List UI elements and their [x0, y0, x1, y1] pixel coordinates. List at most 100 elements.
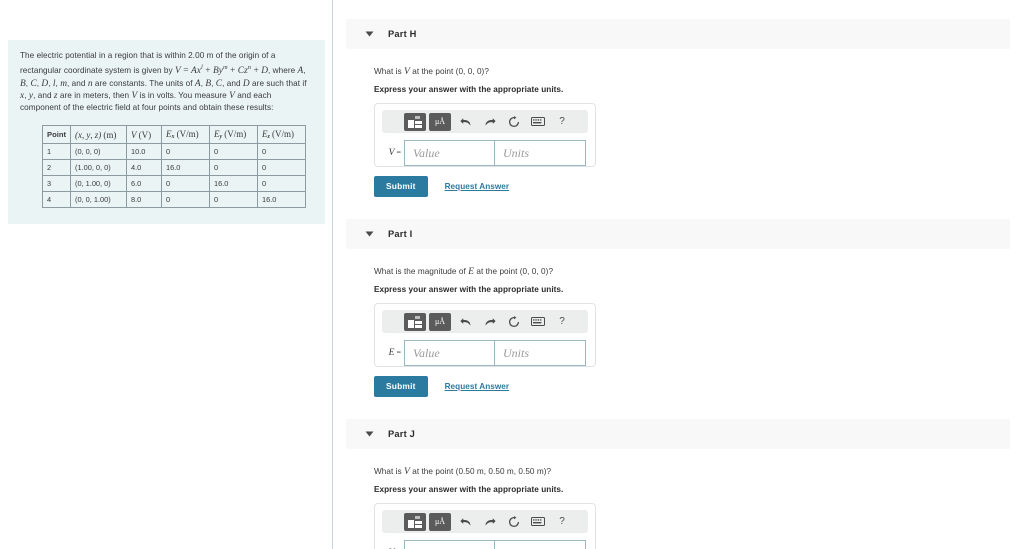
units-micro-angstrom-icon[interactable]: μÅ: [429, 312, 451, 331]
reset-icon[interactable]: [502, 312, 526, 332]
cell-ey: 0: [208, 191, 258, 209]
part-section-i: Part I What is the magnitude of E at the…: [334, 219, 1024, 397]
value-input-i[interactable]: Value: [404, 340, 494, 366]
express-instruction-i: Express your answer with the appropriate…: [374, 285, 564, 294]
question-suffix: at the point (0, 0, 0)?: [409, 67, 489, 76]
units-micro-angstrom-icon[interactable]: μÅ: [429, 112, 451, 131]
problem-panel: The electric potential in a region that …: [0, 0, 333, 549]
answer-variable-label-j: V=: [382, 540, 404, 549]
part-section-h: Part H What is V at the point (0, 0, 0)?…: [334, 19, 1024, 197]
answer-box-h: μÅ ? V = Value Units: [374, 103, 596, 167]
th-coords: (x, y, z) (m): [69, 125, 127, 145]
question-text-j: What is V at the point (0.50 m, 0.50 m, …: [374, 466, 1024, 477]
template-matrix-icon[interactable]: [404, 112, 426, 131]
submit-button[interactable]: Submit: [374, 176, 428, 197]
express-instruction-h: Express your answer with the appropriate…: [374, 85, 564, 94]
cell-ez: 0: [256, 143, 306, 161]
table-row: 3 (0, 1.00, 0) 6.0 0 16.0 0: [42, 175, 306, 193]
request-answer-link[interactable]: Request Answer: [445, 382, 510, 391]
part-body-i: What is the magnitude of E at the point …: [334, 266, 1024, 397]
question-text-h: What is V at the point (0, 0, 0)?: [374, 66, 1024, 77]
th-ey: Ey (V/m): [208, 125, 258, 145]
cell-v: 4.0: [125, 159, 162, 177]
cell-ex: 0: [160, 175, 210, 193]
cell-ez: 0: [256, 159, 306, 177]
part-header-i[interactable]: Part I: [346, 219, 1010, 249]
part-title: Part J: [388, 429, 416, 439]
answer-field-row-i: E = Value Units: [382, 340, 588, 366]
help-icon[interactable]: ?: [550, 312, 574, 332]
cell-point: 3: [42, 175, 71, 193]
reset-icon[interactable]: [502, 512, 526, 532]
part-title: Part H: [388, 29, 417, 39]
cell-ez: 16.0: [256, 191, 306, 209]
keyboard-icon[interactable]: [526, 312, 550, 332]
cell-point: 2: [42, 159, 71, 177]
cell-coords: (1.00, 0, 0): [69, 159, 127, 177]
units-input-i[interactable]: Units: [494, 340, 586, 366]
cell-ex: 0: [160, 191, 210, 209]
undo-icon[interactable]: [454, 312, 478, 332]
value-input-j[interactable]: Value: [404, 540, 494, 549]
template-matrix-icon[interactable]: [404, 512, 426, 531]
keyboard-icon[interactable]: [526, 112, 550, 132]
answer-box-i: μÅ ? E = Value Units: [374, 303, 596, 367]
redo-icon[interactable]: [478, 512, 502, 532]
part-header-j[interactable]: Part J: [346, 419, 1010, 449]
template-matrix-icon[interactable]: [404, 312, 426, 331]
keyboard-icon[interactable]: [526, 512, 550, 532]
problem-formula: V = Axl + Bym + Czn + D: [175, 64, 269, 77]
express-instruction-j: Express your answer with the appropriate…: [374, 485, 564, 494]
help-icon[interactable]: ?: [550, 112, 574, 132]
cell-point: 4: [42, 191, 71, 209]
math-toolbar-j: μÅ ?: [382, 510, 588, 533]
help-icon[interactable]: ?: [550, 512, 574, 532]
request-answer-link[interactable]: Request Answer: [445, 182, 510, 191]
table-body: 1 (0, 0, 0) 10.0 0 0 0 2 (1.00, 0, 0) 4.…: [42, 143, 306, 209]
units-micro-angstrom-icon[interactable]: μÅ: [429, 512, 451, 531]
cell-coords: (0, 0, 1.00): [69, 191, 127, 209]
units-input-j[interactable]: Units: [494, 540, 586, 549]
cell-ex: 0: [160, 143, 210, 161]
chevron-down-icon[interactable]: [360, 231, 378, 237]
part-section-j: Part J What is V at the point (0.50 m, 0…: [334, 419, 1024, 549]
part-body-h: What is V at the point (0, 0, 0)? Expres…: [334, 66, 1024, 197]
reset-icon[interactable]: [502, 112, 526, 132]
th-ex: Ex (V/m): [160, 125, 210, 145]
answer-field-row-j: V= Value Units: [382, 540, 588, 549]
cell-v: 10.0: [125, 143, 162, 161]
cell-ez: 0: [256, 175, 306, 193]
units-input-h[interactable]: Units: [494, 140, 586, 166]
part-header-h[interactable]: Part H: [346, 19, 1010, 49]
problem-text: The electric potential in a region that …: [20, 50, 313, 114]
cell-coords: (0, 0, 0): [69, 143, 127, 161]
page-root: The electric potential in a region that …: [0, 0, 1024, 549]
cell-coords: (0, 1.00, 0): [69, 175, 127, 193]
redo-icon[interactable]: [478, 312, 502, 332]
th-point: Point: [42, 125, 71, 145]
submit-row-i: Submit Request Answer: [374, 376, 1024, 397]
question-text-i: What is the magnitude of E at the point …: [374, 266, 1024, 277]
part-title: Part I: [388, 229, 413, 239]
redo-icon[interactable]: [478, 112, 502, 132]
question-prefix: What is: [374, 467, 404, 476]
answer-variable-label-i: E =: [388, 347, 401, 358]
math-toolbar-i: μÅ ?: [382, 310, 588, 333]
cell-point: 1: [42, 143, 71, 161]
undo-icon[interactable]: [454, 512, 478, 532]
value-input-h[interactable]: Value: [404, 140, 494, 166]
chevron-down-icon[interactable]: [360, 31, 378, 37]
table-header-row: Point (x, y, z) (m) V (V) Ex (V/m) Ey (V…: [42, 125, 306, 145]
measurements-table: Point (x, y, z) (m) V (V) Ex (V/m) Ey (V…: [42, 125, 306, 209]
table-row: 2 (1.00, 0, 0) 4.0 16.0 0 0: [42, 159, 306, 177]
chevron-down-icon[interactable]: [360, 431, 378, 437]
submit-row-h: Submit Request Answer: [374, 176, 1024, 197]
submit-button[interactable]: Submit: [374, 376, 428, 397]
cell-ey: 0: [208, 143, 258, 161]
undo-icon[interactable]: [454, 112, 478, 132]
table-row: 4 (0, 0, 1.00) 8.0 0 0 16.0: [42, 191, 306, 209]
cell-ey: 0: [208, 159, 258, 177]
math-toolbar-h: μÅ ?: [382, 110, 588, 133]
cell-v: 8.0: [125, 191, 162, 209]
answer-box-j: μÅ ?: [374, 503, 596, 549]
